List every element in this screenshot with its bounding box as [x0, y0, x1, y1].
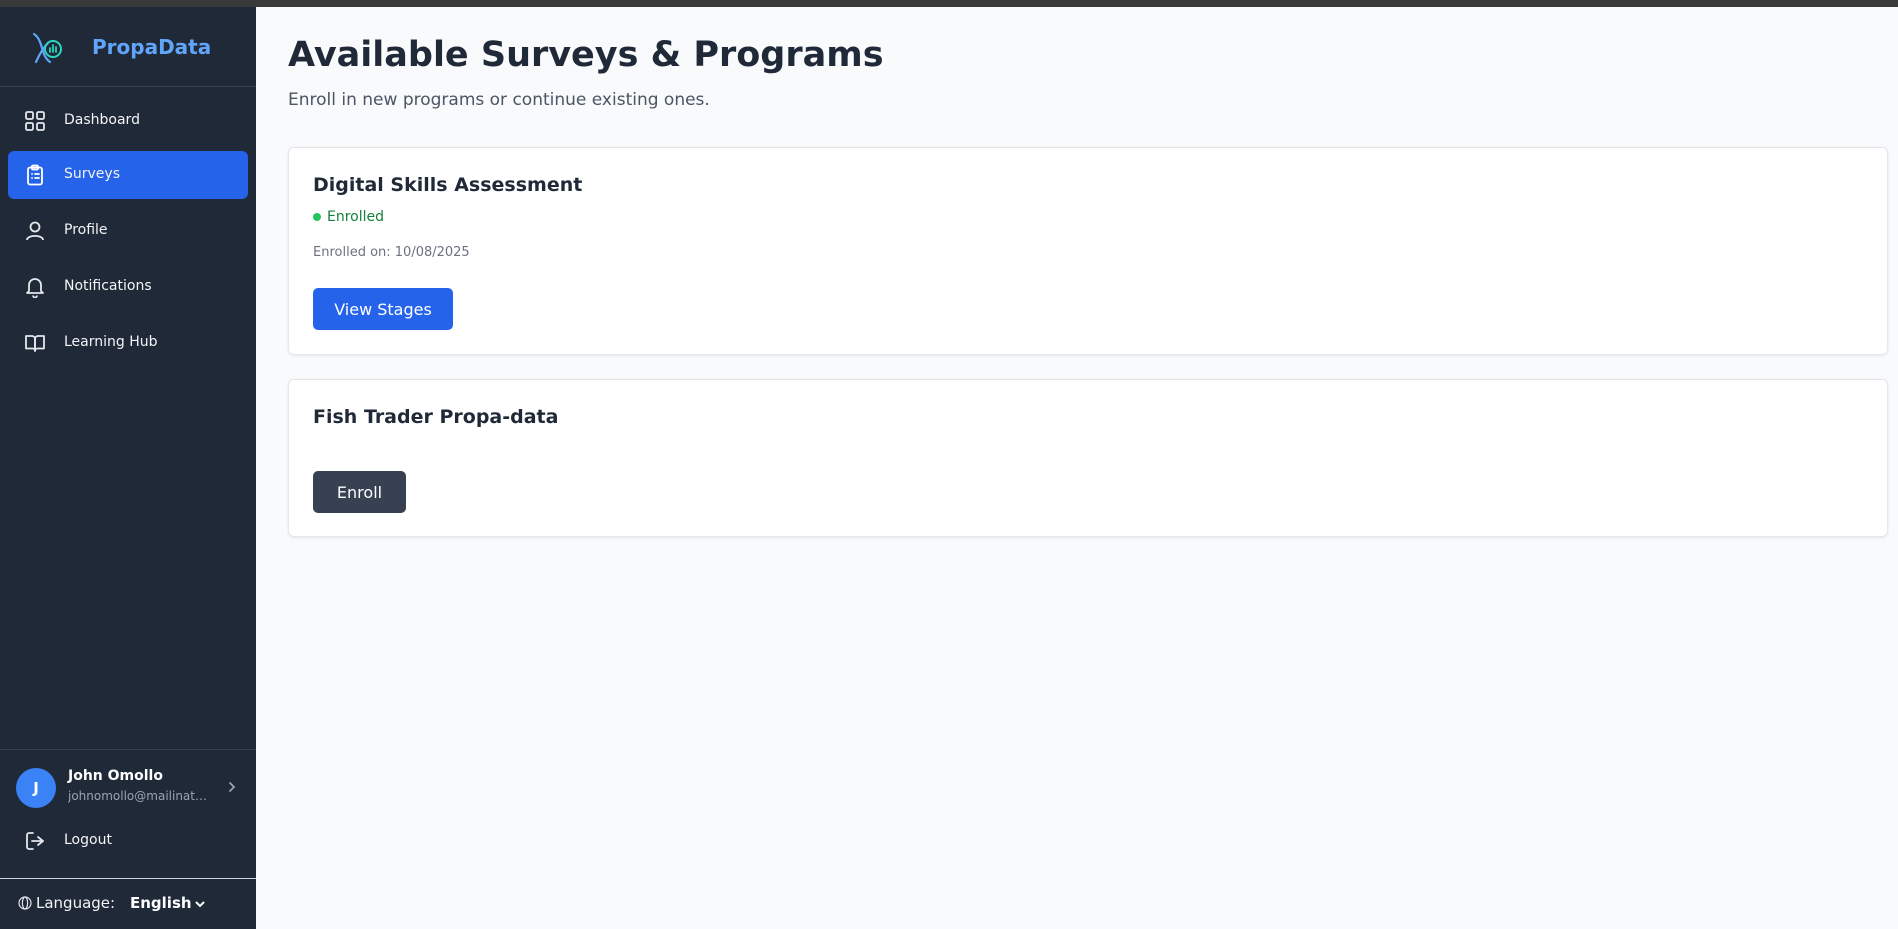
logout-label: Logout: [64, 832, 112, 848]
program-card: Fish Trader Propa-data Enroll: [288, 379, 1888, 537]
user-icon: [26, 221, 44, 241]
dna-chart-icon: [32, 32, 62, 64]
sidebar-item-notifications[interactable]: Notifications: [8, 263, 248, 311]
sidebar-item-dashboard[interactable]: Dashboard: [8, 97, 248, 145]
view-stages-button[interactable]: View Stages: [313, 288, 453, 330]
window-top-bar: [0, 0, 1898, 7]
globe-icon: [18, 896, 32, 910]
program-card: Digital Skills Assessment Enrolled Enrol…: [288, 147, 1888, 355]
brand[interactable]: PropaData: [0, 7, 256, 87]
language-select[interactable]: English: [130, 894, 192, 912]
page-subtitle: Enroll in new programs or continue exist…: [288, 90, 710, 110]
logout-icon: [26, 832, 44, 850]
language-selector: Language: English: [0, 879, 256, 929]
status-label: Enrolled: [327, 209, 385, 225]
sidebar: PropaData Dashboard Surveys Profile Noti…: [0, 7, 256, 929]
clipboard-icon: [27, 164, 43, 186]
program-title: Digital Skills Assessment: [313, 174, 583, 196]
language-label: Language:: [36, 894, 116, 912]
chevron-right-icon: [229, 782, 236, 792]
enrolled-date: Enrolled on: 10/08/2025: [313, 245, 470, 260]
sidebar-item-profile[interactable]: Profile: [8, 207, 248, 255]
bell-icon: [26, 278, 44, 298]
book-icon: [25, 335, 45, 352]
sidebar-item-learning-hub[interactable]: Learning Hub: [8, 319, 248, 367]
sidebar-item-label: Profile: [64, 222, 108, 238]
brand-name: PropaData: [92, 35, 212, 59]
sidebar-item-label: Surveys: [64, 166, 120, 182]
program-title: Fish Trader Propa-data: [313, 406, 559, 428]
logout-button[interactable]: Logout: [8, 819, 248, 863]
sidebar-item-surveys[interactable]: Surveys: [8, 151, 248, 199]
enroll-button[interactable]: Enroll: [313, 471, 406, 513]
main-content: Available Surveys & Programs Enroll in n…: [256, 7, 1898, 929]
divider: [0, 749, 256, 750]
user-menu[interactable]: J John Omollo johnomollo@mailinator.com: [0, 759, 256, 817]
page-title: Available Surveys & Programs: [288, 35, 884, 75]
user-email: johnomollo@mailinator.com: [68, 789, 213, 803]
user-name: John Omollo: [68, 768, 163, 784]
grid-icon: [25, 111, 45, 131]
status-badge: Enrolled: [313, 209, 384, 225]
avatar: J: [16, 768, 56, 808]
chevron-down-icon[interactable]: [194, 898, 206, 910]
status-dot: [313, 213, 321, 221]
sidebar-item-label: Dashboard: [64, 112, 140, 128]
sidebar-item-label: Notifications: [64, 278, 152, 294]
sidebar-item-label: Learning Hub: [64, 334, 158, 350]
